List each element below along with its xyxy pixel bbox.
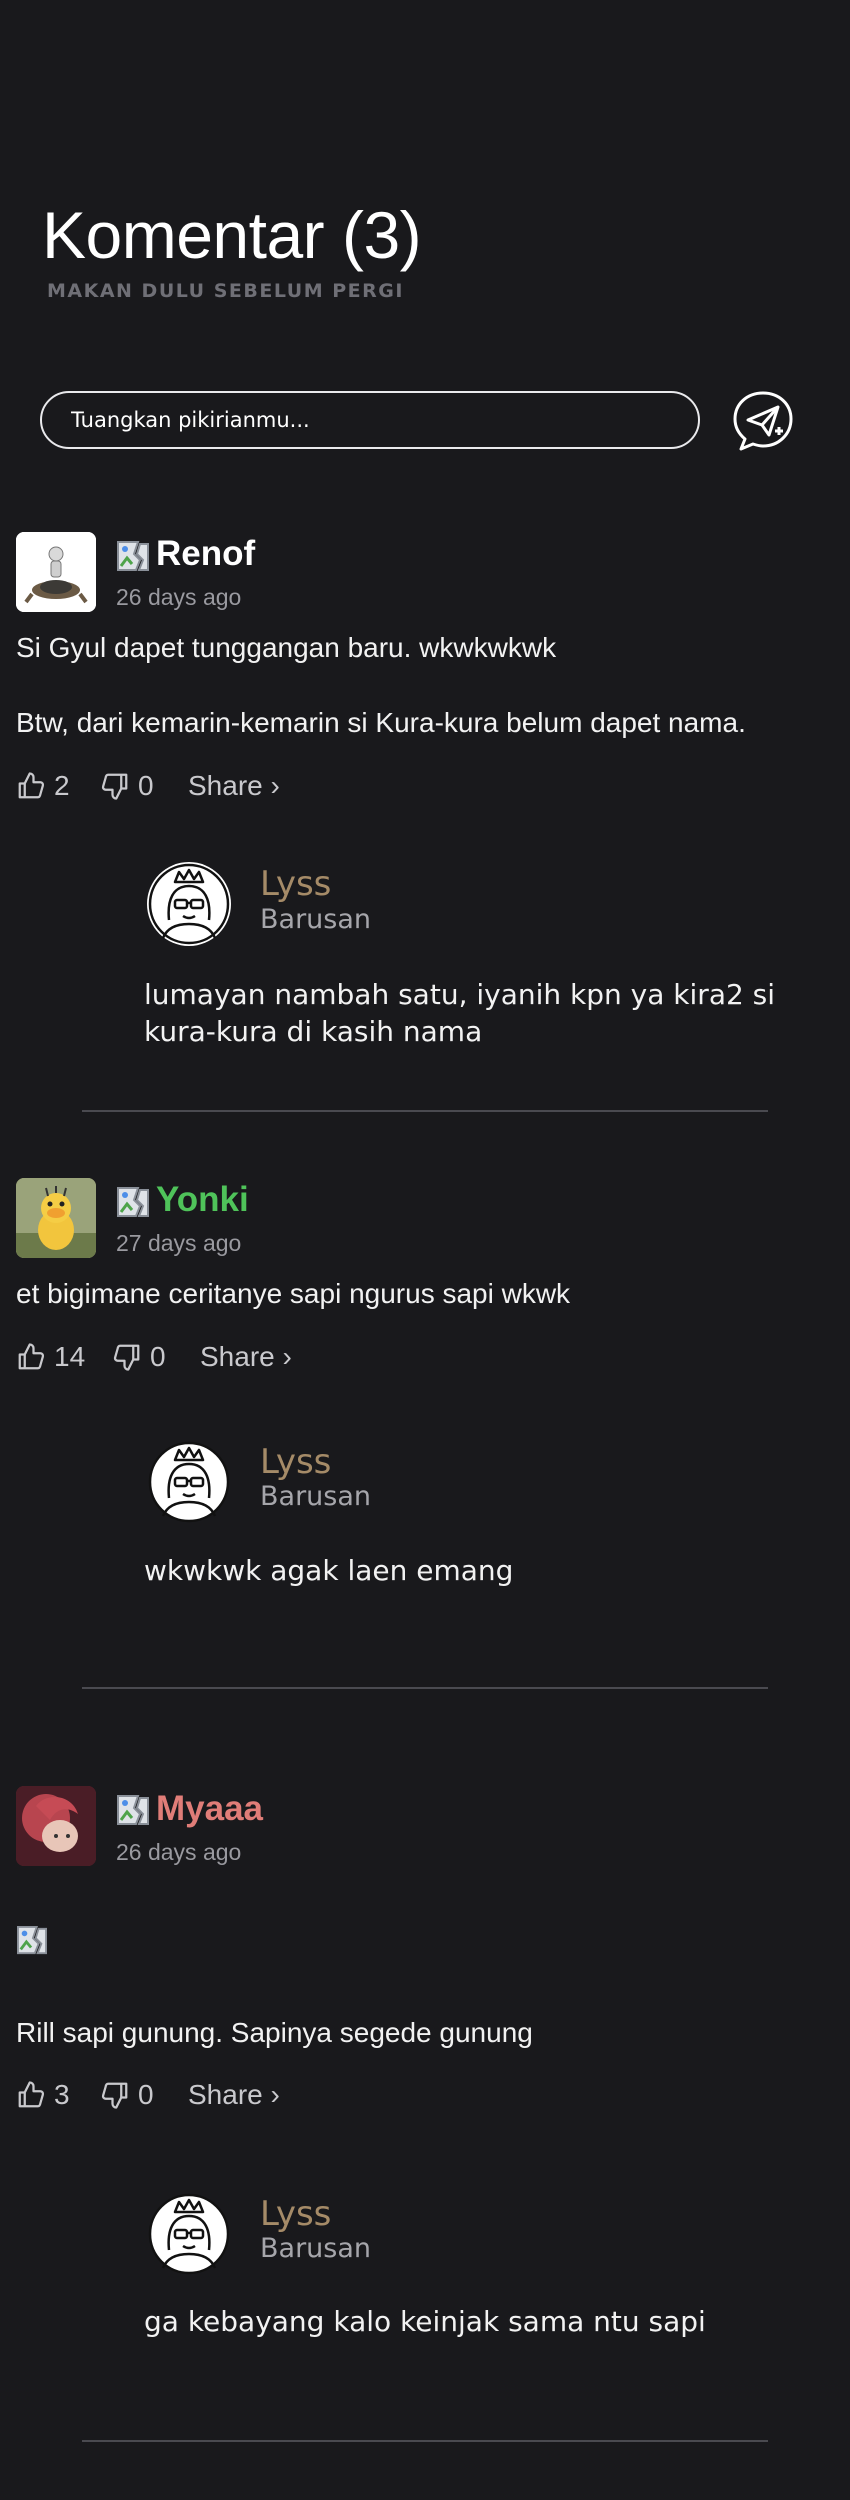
comment-input[interactable]: [40, 391, 700, 449]
like-count: 2: [54, 770, 70, 801]
dislike-button[interactable]: 0: [100, 2079, 154, 2111]
dislike-count: 0: [138, 2079, 154, 2110]
divider: [82, 1110, 768, 1112]
reply-text: ga kebayang kalo keinjak sama ntu sapi: [144, 2305, 706, 2338]
dislike-count: 0: [150, 1341, 166, 1372]
like-button[interactable]: 3: [16, 2079, 70, 2111]
dislike-button[interactable]: 0: [112, 1341, 166, 1373]
like-button[interactable]: 2: [16, 770, 70, 802]
reply-text: lumayan nambah satu, iyanih kpn ya kira2…: [144, 978, 776, 1048]
reply-text: wkwkwk agak laen emang: [144, 1554, 514, 1587]
avatar[interactable]: [16, 1786, 96, 1866]
send-button[interactable]: [731, 389, 795, 453]
dislike-button[interactable]: 0: [100, 770, 154, 802]
broken-image-icon: [116, 1186, 150, 1222]
comment-time: 26 days ago: [116, 584, 242, 610]
share-button[interactable]: Share ›: [200, 1341, 292, 1373]
avatar[interactable]: [16, 532, 96, 612]
avatar: [145, 1438, 233, 1526]
comment-text: Si Gyul dapet tunggangan baru. wkwkwkwk: [16, 632, 557, 663]
avatar: [145, 2190, 233, 2278]
share-button[interactable]: Share ›: [188, 2079, 280, 2111]
comment-username[interactable]: Myaaa: [156, 1789, 263, 1829]
reply-time: Barusan: [260, 1481, 372, 1512]
broken-image-icon: [116, 540, 150, 576]
avatar: [145, 860, 233, 948]
reply-username[interactable]: Lyss: [260, 2195, 331, 2233]
avatar[interactable]: [16, 1178, 96, 1258]
reply-username[interactable]: Lyss: [260, 1443, 331, 1481]
divider: [82, 2440, 768, 2442]
send-message-icon: [733, 391, 793, 451]
comment-time: 26 days ago: [116, 1839, 242, 1865]
thumbs-up-icon: [18, 2081, 45, 2108]
thumbs-up-icon: [18, 772, 45, 799]
page-title: Komentar (3): [42, 198, 422, 272]
thumbs-down-icon: [101, 773, 128, 800]
like-button[interactable]: 14: [16, 1341, 85, 1373]
comment-username[interactable]: Yonki: [156, 1180, 249, 1220]
comment-text: et bigimane ceritanye sapi ngurus sapi w…: [16, 1278, 571, 1309]
thumbs-up-icon: [18, 1343, 45, 1370]
like-count: 14: [54, 1341, 86, 1372]
page-subtitle: MAKAN DULU SEBELUM PERGI: [47, 280, 404, 302]
like-count: 3: [54, 2079, 70, 2110]
reply-time: Barusan: [260, 2233, 372, 2264]
divider: [82, 1687, 768, 1689]
comment-time: 27 days ago: [116, 1230, 242, 1256]
broken-image-icon: [16, 1925, 48, 1959]
broken-image-icon: [116, 1794, 150, 1830]
comment-username[interactable]: Renof: [156, 534, 255, 574]
share-button[interactable]: Share ›: [188, 770, 280, 802]
dislike-count: 0: [138, 770, 154, 801]
thumbs-down-icon: [101, 2082, 128, 2109]
reply-time: Barusan: [260, 904, 372, 935]
comment-text: Rill sapi gunung. Sapinya segede gunung: [16, 2017, 533, 2048]
comment-text: Btw, dari kemarin-kemarin si Kura-kura b…: [16, 707, 746, 738]
reply-username[interactable]: Lyss: [260, 865, 331, 903]
thumbs-down-icon: [113, 1344, 140, 1371]
